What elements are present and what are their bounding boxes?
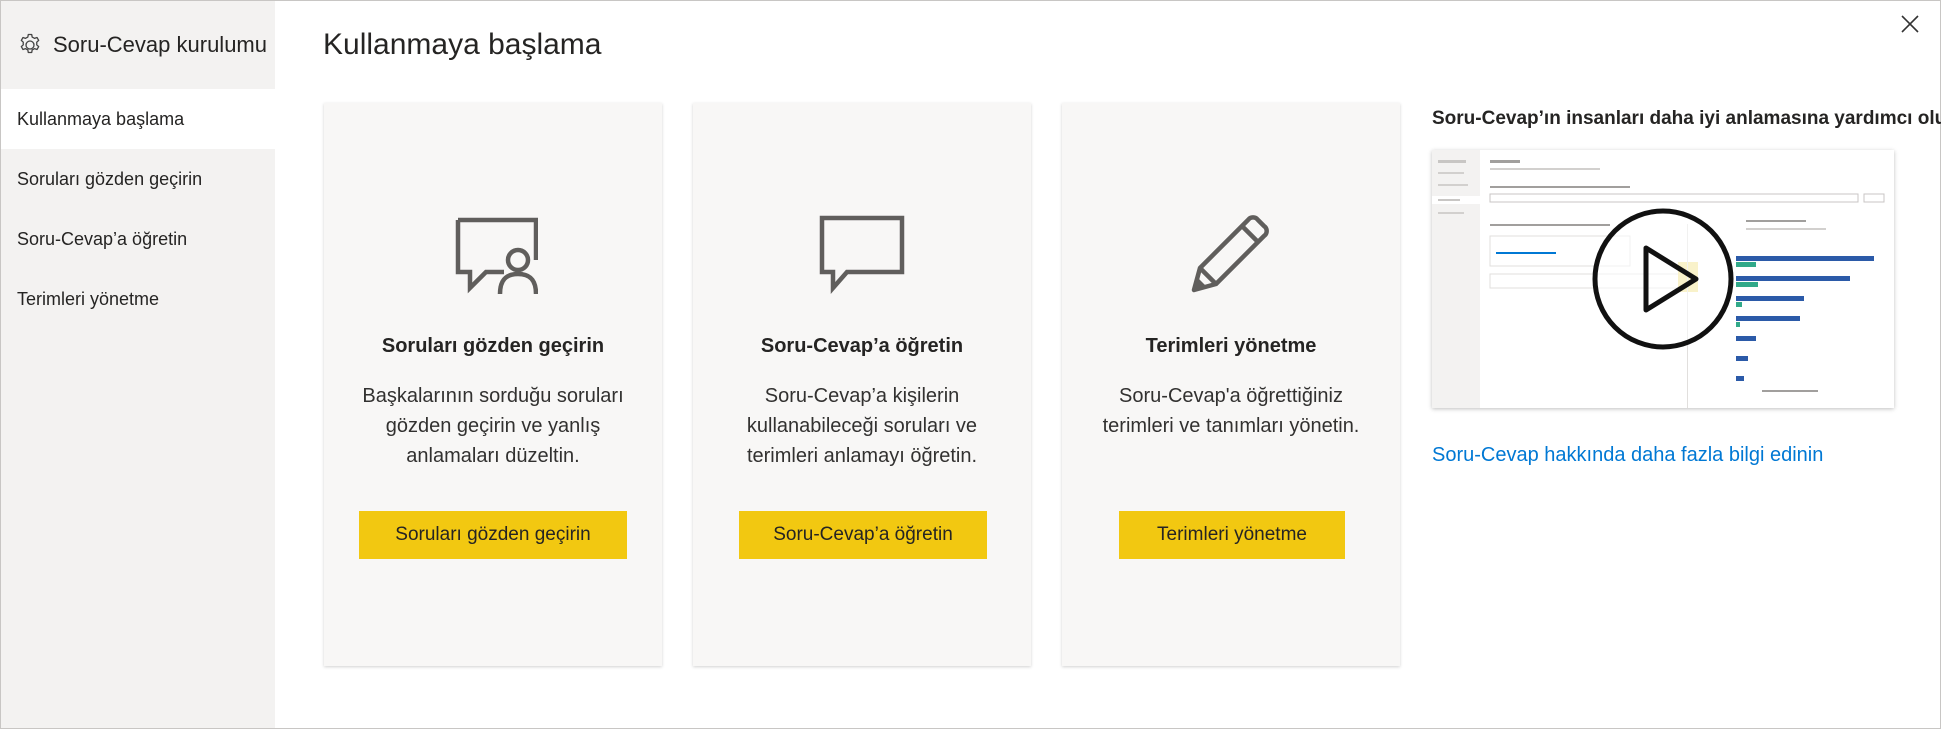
card-title: Soruları gözden geçirin: [381, 335, 605, 357]
chat-person-icon: [324, 208, 662, 298]
speech-bubble-icon: [693, 208, 1031, 298]
pencil-icon: [1062, 208, 1400, 298]
sidebar-title: Soru-Cevap kurulumu: [53, 32, 267, 57]
sidebar-item-teach-qa[interactable]: Soru-Cevap’a öğretin: [1, 209, 275, 269]
card-manage-terms: Terimleri yönetme Soru-Cevap'a öğrettiği…: [1062, 103, 1400, 666]
gear-icon: [17, 32, 43, 58]
sidebar: Soru-Cevap kurulumu Kullanmaya başlama S…: [1, 1, 275, 728]
learn-more-link[interactable]: Soru-Cevap hakkında daha fazla bilgi edi…: [1432, 444, 1823, 467]
card-teach-qa: Soru-Cevap’a öğretin Soru-Cevap’a kişile…: [693, 103, 1031, 666]
close-icon: [1901, 15, 1919, 33]
page-title: Kullanmaya başlama: [323, 28, 602, 61]
video-thumbnail[interactable]: [1432, 150, 1894, 408]
card-description: Başkalarının sorduğu soruları gözden geç…: [362, 385, 624, 467]
review-questions-button[interactable]: Soruları gözden geçirin: [359, 511, 627, 559]
sidebar-item-review-questions[interactable]: Soruları gözden geçirin: [1, 149, 275, 209]
sidebar-item-get-started[interactable]: Kullanmaya başlama: [1, 89, 275, 149]
sidebar-item-manage-terms[interactable]: Terimleri yönetme: [1, 269, 275, 329]
teach-qa-button[interactable]: Soru-Cevap’a öğretin: [739, 511, 987, 559]
card-title: Terimleri yönetme: [1145, 335, 1317, 357]
close-button[interactable]: [1898, 12, 1922, 36]
manage-terms-button[interactable]: Terimleri yönetme: [1119, 511, 1345, 559]
video-preview-image: [1432, 150, 1894, 408]
card-title: Soru-Cevap’a öğretin: [760, 335, 964, 357]
card-review-questions: Soruları gözden geçirin Başkalarının sor…: [324, 103, 662, 666]
sidebar-header: Soru-Cevap kurulumu: [1, 1, 275, 89]
card-description: Soru-Cevap'a öğrettiğiniz terimleri ve t…: [1102, 385, 1360, 437]
card-description: Soru-Cevap’a kişilerin kullanabileceği s…: [746, 385, 978, 467]
video-heading: Soru-Cevap’ın insanları daha iyi anlamas…: [1432, 108, 1941, 129]
